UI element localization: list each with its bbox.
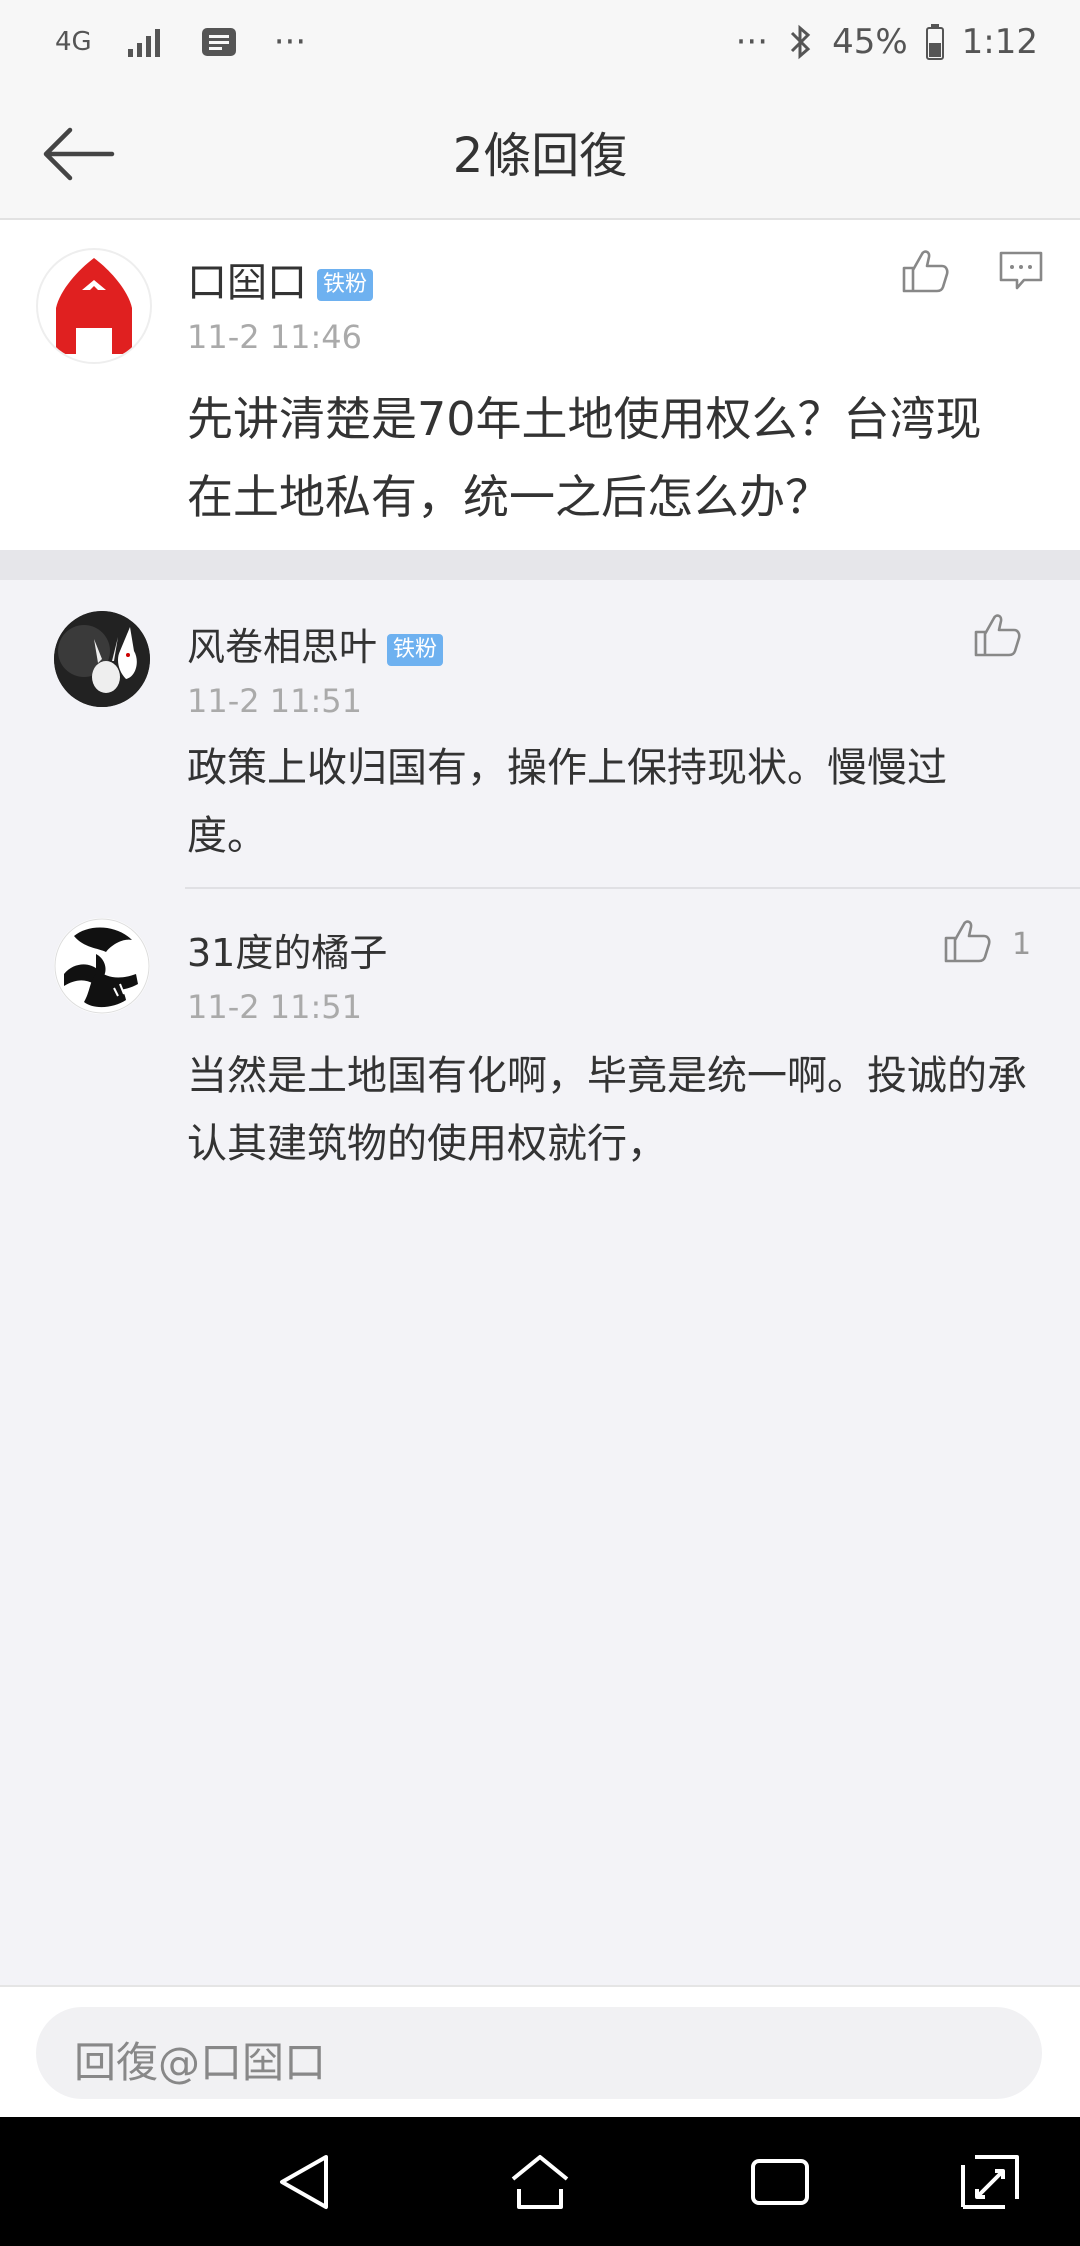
section-divider [0,550,1080,580]
page-title: 2條回復 [452,128,628,184]
bluetooth-icon [791,24,811,60]
thumbs-up-icon[interactable] [942,918,992,964]
reply-bar: 回復@口囶口 [0,1985,1080,2119]
avatar[interactable] [36,248,152,364]
post-time: 11-2 11:46 [187,318,363,356]
avatar-image [54,611,150,707]
avatar[interactable] [54,611,150,707]
reply-author[interactable]: 31度的橘子 [187,922,387,977]
avatar[interactable] [54,918,150,1014]
message-icon [201,28,236,56]
battery-percent: 45% [832,22,908,62]
app-header: 2條回復 [0,90,1080,220]
signal-icon [127,29,160,57]
reply-input[interactable]: 回復@口囶口 [36,2007,1042,2099]
network-type: 4G [55,27,92,57]
home-icon[interactable] [505,2149,575,2215]
expand-icon[interactable] [955,2149,1025,2215]
reply-divider [185,887,1080,889]
reply-content: 政策上收归国有，操作上保持现状。慢慢过度。 [187,745,947,859]
reply-time: 11-2 11:51 [187,988,363,1026]
fan-badge: 铁粉 [317,269,374,301]
like-count: 1 [1012,927,1032,962]
reply-placeholder: 回復@口囶口 [74,2038,327,2087]
reply-author[interactable]: 风卷相思叶 铁粉 [187,616,444,671]
reply-time: 11-2 11:51 [187,682,363,720]
username[interactable]: 口囶口 [187,260,307,306]
reply-content: 当然是土地国有化啊，毕竟是统一啊。投诚的承认其建筑物的使用权就行， [187,1053,1027,1167]
avatar-image [56,258,132,354]
username[interactable]: 31度的橘子 [187,931,387,975]
more-notifications: ··· [273,22,307,62]
thumbs-up-icon[interactable] [972,612,1022,658]
post-author[interactable]: 口囶口 铁粉 [187,250,374,308]
status-bar: 4G ··· ··· 45% 1:12 [0,0,1080,90]
main-post: 口囶口 铁粉 11-2 11:46 先讲清楚是70年土地使用权么？台湾现在土地私有… [0,220,1080,550]
system-nav-bar [0,2117,1080,2246]
thumbs-up-icon[interactable] [900,248,950,294]
username[interactable]: 风卷相思叶 [187,625,377,669]
recents-icon[interactable] [745,2149,815,2215]
back-triangle-icon[interactable] [270,2149,340,2215]
post-content: 先讲清楚是70年土地使用权么？台湾现在土地私有，统一之后怎么办？ [187,392,982,524]
comment-icon[interactable] [998,250,1044,292]
clock: 1:12 [961,22,1038,62]
avatar-image [54,918,150,1014]
more-status: ··· [735,22,769,62]
fan-badge: 铁粉 [387,633,444,666]
battery-icon [925,24,944,60]
